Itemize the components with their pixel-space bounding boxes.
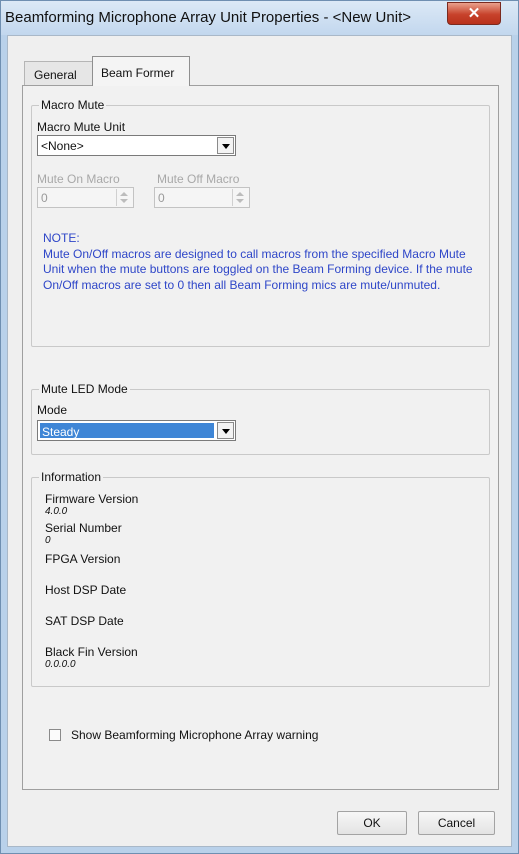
mute-on-macro-label: Mute On Macro [37, 172, 120, 186]
close-icon: ✕ [467, 5, 481, 22]
macro-mute-group: Macro Mute Macro Mute Unit <None> Mute O… [31, 98, 490, 347]
fpga-version-label: FPGA Version [45, 552, 121, 566]
beam-former-panel: Macro Mute Macro Mute Unit <None> Mute O… [22, 85, 499, 790]
sat-dsp-date-label: SAT DSP Date [45, 614, 124, 628]
dialog-client-area: General Beam Former Macro Mute Macro Mut… [7, 35, 512, 847]
mute-led-mode-group: Mute LED Mode Mode Steady [31, 382, 490, 455]
mute-off-macro-value: 0 [158, 191, 165, 205]
mute-off-macro-spinner[interactable]: 0 [154, 187, 250, 208]
ok-button[interactable]: OK [337, 811, 407, 835]
macro-mute-unit-dropdown[interactable]: <None> [37, 135, 236, 156]
mute-on-macro-spin-buttons[interactable] [116, 189, 132, 206]
mute-led-mode-value: Steady [42, 425, 80, 439]
mute-led-mode-group-title: Mute LED Mode [39, 382, 130, 396]
spin-down-icon [236, 199, 244, 203]
mute-on-macro-spinner[interactable]: 0 [37, 187, 134, 208]
mute-led-mode-label: Mode [37, 403, 68, 417]
serial-number-label: Serial Number [45, 521, 122, 535]
chevron-down-icon [222, 429, 230, 434]
window-title: Beamforming Microphone Array Unit Proper… [5, 9, 411, 26]
mute-off-macro-label: Mute Off Macro [157, 172, 240, 186]
properties-window: Beamforming Microphone Array Unit Proper… [0, 0, 519, 854]
black-fin-version-value: 0.0.0.0 [45, 659, 76, 670]
title-bar[interactable]: Beamforming Microphone Array Unit Proper… [1, 1, 518, 35]
mute-led-mode-dropdown-button[interactable] [217, 422, 234, 439]
close-button[interactable]: ✕ [447, 2, 501, 25]
show-warning-label[interactable]: Show Beamforming Microphone Array warnin… [71, 728, 318, 742]
firmware-version-label: Firmware Version [45, 492, 139, 506]
firmware-version-value: 4.0.0 [45, 506, 68, 517]
note-text: Mute On/Off macros are designed to call … [43, 246, 473, 292]
black-fin-version-label: Black Fin Version [45, 645, 138, 659]
information-group: Information Firmware Version 4.0.0 Seria… [31, 470, 490, 687]
mute-led-mode-dropdown[interactable]: Steady [37, 420, 236, 441]
note-title: NOTE: [43, 231, 80, 245]
mute-on-macro-value: 0 [41, 191, 48, 205]
macro-mute-note: NOTE: Mute On/Off macros are designed to… [43, 231, 481, 293]
tab-beam-former[interactable]: Beam Former [92, 56, 190, 86]
spin-up-icon [120, 192, 128, 196]
show-warning-checkbox[interactable] [49, 729, 61, 741]
spin-up-icon [236, 192, 244, 196]
macro-mute-unit-dropdown-button[interactable] [217, 137, 234, 154]
mute-off-macro-spin-buttons[interactable] [232, 189, 248, 206]
macro-mute-unit-label: Macro Mute Unit [37, 120, 126, 134]
serial-number-value: 0 [45, 535, 51, 546]
spin-down-icon [120, 199, 128, 203]
chevron-down-icon [222, 144, 230, 149]
tab-general-label: General [34, 68, 77, 82]
macro-mute-group-title: Macro Mute [39, 98, 107, 112]
host-dsp-date-label: Host DSP Date [45, 583, 127, 597]
information-group-title: Information [39, 470, 104, 484]
tab-beam-former-label: Beam Former [101, 66, 175, 80]
cancel-button[interactable]: Cancel [418, 811, 495, 835]
tab-general[interactable]: General [24, 61, 94, 85]
macro-mute-unit-value: <None> [41, 139, 84, 153]
